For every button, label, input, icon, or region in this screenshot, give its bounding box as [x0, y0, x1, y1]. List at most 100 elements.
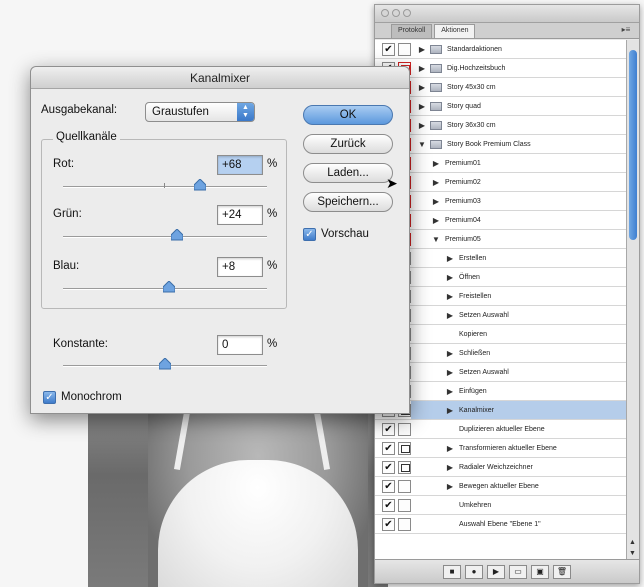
trash-icon[interactable]: 🗑 — [553, 564, 571, 579]
record-icon[interactable]: ● — [465, 564, 483, 579]
new-action-icon[interactable]: ▣ — [531, 564, 549, 579]
triangle-right-icon[interactable]: ▶ — [417, 64, 427, 73]
triangle-right-icon[interactable]: ▶ — [445, 311, 455, 320]
action-row[interactable]: ✔▶Erstellen — [375, 249, 627, 268]
actions-scrollbar[interactable]: ▲ ▼ — [626, 40, 639, 560]
action-row-label: Story quad — [447, 102, 481, 110]
action-row[interactable]: ✔ Umkehren — [375, 496, 627, 515]
action-toggle-checkbox[interactable]: ✔ — [382, 42, 395, 56]
action-toggle-checkbox[interactable]: ✔ — [382, 422, 395, 436]
new-set-icon[interactable]: ▭ — [509, 564, 527, 579]
triangle-down-icon[interactable]: ▼ — [417, 140, 427, 149]
red-channel-input[interactable]: +68 — [217, 155, 263, 175]
load-button[interactable]: Laden... — [303, 163, 393, 183]
triangle-right-icon[interactable]: ▶ — [445, 254, 455, 263]
actions-list: ✔ ▶ Standardaktionen ✔ ▶ Dig.Hochzeitsbuch ✔ ▶ S… — [375, 40, 627, 560]
green-channel-input[interactable]: +24 — [217, 205, 263, 225]
tab-actions[interactable]: Aktionen — [434, 24, 476, 38]
close-icon[interactable] — [381, 9, 389, 17]
action-row[interactable]: ✔▶Kanalmixer — [375, 401, 627, 420]
dialog-toggle-icon[interactable] — [398, 498, 411, 512]
triangle-right-icon[interactable]: ▶ — [431, 178, 441, 187]
action-row[interactable]: ✔▶Einfügen — [375, 382, 627, 401]
action-row[interactable]: ✔▶Freistellen — [375, 287, 627, 306]
triangle-right-icon[interactable]: ▶ — [445, 349, 455, 358]
triangle-right-icon[interactable]: ▶ — [445, 482, 455, 491]
action-row-content: ▶ Premium03 — [411, 192, 627, 210]
scroll-up-arrow-icon[interactable]: ▲ — [629, 539, 636, 546]
action-row[interactable]: ✔▶Premium04 — [375, 211, 627, 230]
action-row[interactable]: ✔▶Story 45x30 cm — [375, 78, 627, 97]
action-row[interactable]: ✔▼Story Book Premium Class — [375, 135, 627, 154]
minimize-icon[interactable] — [392, 9, 400, 17]
stop-icon[interactable]: ■ — [443, 564, 461, 579]
action-toggle-checkbox[interactable]: ✔ — [382, 479, 395, 493]
constant-slider-knob[interactable] — [159, 358, 171, 370]
action-row[interactable]: ✔▶Schließen — [375, 344, 627, 363]
dialog-toggle-icon[interactable] — [398, 479, 411, 493]
constant-input[interactable]: 0 — [217, 335, 263, 355]
action-row[interactable]: ✔▶Story quad — [375, 97, 627, 116]
save-button[interactable]: Speichern... — [303, 192, 393, 212]
triangle-right-icon[interactable]: ▶ — [431, 159, 441, 168]
preview-checkbox[interactable]: ✓ — [303, 228, 316, 241]
action-row[interactable]: ✔▶Premium02 — [375, 173, 627, 192]
ok-button[interactable]: OK — [303, 105, 393, 125]
action-row[interactable]: ✔ Auswahl Ebene "Ebene 1" — [375, 515, 627, 534]
blue-slider-knob[interactable] — [163, 281, 176, 293]
triangle-right-icon[interactable]: ▶ — [431, 197, 441, 206]
panel-menu-icon[interactable]: ▸≡ — [619, 25, 633, 37]
tab-history[interactable]: Protokoll — [391, 24, 433, 38]
dialog-toggle-icon[interactable] — [398, 441, 411, 455]
dialog-toggle-icon[interactable] — [398, 422, 411, 436]
scroll-down-arrow-icon[interactable]: ▼ — [629, 550, 636, 557]
action-row[interactable]: ✔▶Öffnen — [375, 268, 627, 287]
action-toggle-checkbox[interactable]: ✔ — [382, 498, 395, 512]
action-row[interactable]: ✔▶Dig.Hochzeitsbuch — [375, 59, 627, 78]
blue-channel-input[interactable]: +8 — [217, 257, 263, 277]
action-toggle-checkbox[interactable]: ✔ — [382, 460, 395, 474]
action-row[interactable]: ✔ Duplizieren aktueller Ebene — [375, 420, 627, 439]
triangle-right-icon[interactable]: ▶ — [445, 463, 455, 472]
triangle-right-icon[interactable]: ▶ — [445, 387, 455, 396]
red-slider-knob[interactable] — [193, 179, 206, 191]
red-channel-label: Rot: — [53, 158, 75, 170]
action-row[interactable]: ✔▶Premium01 — [375, 154, 627, 173]
green-slider-knob[interactable] — [171, 229, 184, 241]
triangle-right-icon[interactable]: ▶ — [417, 45, 427, 54]
actions-panel-titlebar[interactable] — [375, 5, 639, 23]
output-channel-select[interactable]: Graustufen ▲ ▼ — [145, 102, 255, 122]
red-slider-track[interactable] — [63, 186, 267, 188]
scrollbar-thumb[interactable] — [629, 50, 637, 240]
play-icon[interactable]: ▶ — [487, 564, 505, 579]
dialog-toggle-icon[interactable] — [398, 460, 411, 474]
action-row[interactable]: ✔ ▶ Bewegen aktueller Ebene — [375, 477, 627, 496]
action-row[interactable]: ✔▶Setzen Auswahl — [375, 306, 627, 325]
triangle-right-icon[interactable]: ▶ — [417, 102, 427, 111]
reset-button[interactable]: Zurück — [303, 134, 393, 154]
action-toggle-checkbox[interactable]: ✔ — [382, 517, 395, 531]
triangle-right-icon[interactable]: ▶ — [445, 406, 455, 415]
zoom-icon[interactable] — [403, 9, 411, 17]
triangle-right-icon[interactable]: ▶ — [445, 444, 455, 453]
monochrome-checkbox[interactable]: ✓ — [43, 391, 56, 404]
triangle-right-icon[interactable]: ▶ — [417, 83, 427, 92]
action-row[interactable]: ✔Kopieren — [375, 325, 627, 344]
triangle-right-icon[interactable]: ▶ — [445, 368, 455, 377]
action-row[interactable]: ✔ ▶ Standardaktionen — [375, 40, 627, 59]
dialog-toggle-icon[interactable] — [398, 517, 411, 531]
action-row[interactable]: ✔▼Premium05 — [375, 230, 627, 249]
triangle-down-icon[interactable]: ▼ — [431, 235, 441, 244]
triangle-right-icon[interactable]: ▶ — [431, 216, 441, 225]
triangle-right-icon[interactable]: ▶ — [445, 273, 455, 282]
triangle-right-icon[interactable]: ▶ — [445, 292, 455, 301]
action-row[interactable]: ✔▶Premium03 — [375, 192, 627, 211]
action-row[interactable]: ✔ ▶ Radialer Weichzeichner — [375, 458, 627, 477]
action-row[interactable]: ✔ ▶ Transformieren aktueller Ebene — [375, 439, 627, 458]
triangle-right-icon[interactable]: ▶ — [417, 121, 427, 130]
action-row[interactable]: ✔▶Setzen Auswahl — [375, 363, 627, 382]
dialog-toggle-icon[interactable] — [398, 42, 411, 56]
action-toggle-checkbox[interactable]: ✔ — [382, 441, 395, 455]
green-slider-track[interactable] — [63, 236, 267, 238]
action-row[interactable]: ✔▶Story 36x30 cm — [375, 116, 627, 135]
